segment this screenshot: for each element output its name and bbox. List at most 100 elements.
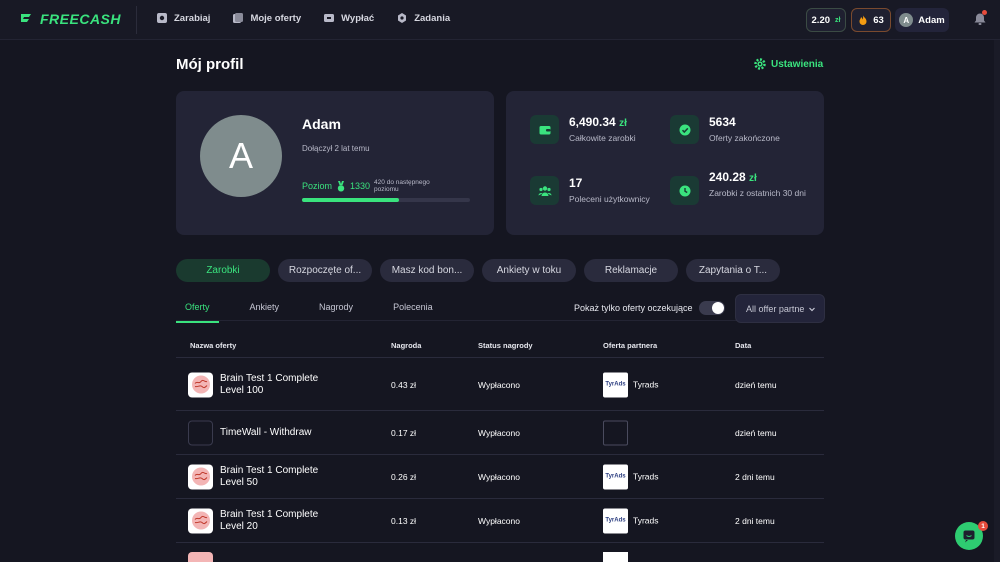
- pending-filter-label: Pokaż tylko oferty oczekujące: [574, 303, 693, 313]
- header-offer-name: Nazwa oferty: [190, 341, 237, 350]
- clock-icon: [679, 185, 690, 196]
- nav-withdraw[interactable]: Wypłać: [323, 12, 374, 24]
- freecash-logo-icon: [21, 14, 31, 22]
- stat-value: 6,490.34: [569, 115, 616, 129]
- wallet-icon: [539, 125, 550, 134]
- stat-value: 17: [569, 176, 583, 190]
- nav-tasks[interactable]: Zadania: [396, 12, 450, 24]
- freecash-logo[interactable]: FREECASH: [18, 11, 121, 27]
- date: 2 dni temu: [735, 515, 775, 526]
- level-progress-bar: [302, 198, 470, 202]
- stat-currency: zł: [619, 118, 627, 129]
- tyrads-logo: TyrAds: [603, 464, 628, 489]
- stat-value: 240.28: [709, 170, 746, 184]
- offer-name: Brain Test 1 Complete Level 20: [220, 508, 319, 532]
- stat-wallet-icon-box: [530, 115, 559, 144]
- tab-earnings[interactable]: Zarobki: [176, 259, 270, 282]
- table-row[interactable]: Brain Test 1 Complete Level 20 0.13 zł W…: [176, 499, 824, 543]
- nav-earn-label: Zarabiaj: [174, 12, 211, 24]
- tab-voucher-code[interactable]: Masz kod bon...: [380, 259, 474, 282]
- nav-my-offers[interactable]: Moje oferty: [232, 12, 301, 24]
- offer-partner: [603, 420, 628, 445]
- partner-name: Tyrads: [633, 471, 659, 482]
- tyrads-logo: TyrAds: [603, 372, 628, 397]
- streak-value: 63: [873, 14, 884, 26]
- offer-name: TimeWall - Withdraw: [220, 426, 312, 438]
- subtabs-divider: [176, 320, 824, 321]
- subtab-surveys[interactable]: Ankiety: [241, 296, 289, 323]
- balance-pill[interactable]: 2.20 zł: [806, 8, 846, 32]
- stat-label: Oferty zakończone: [709, 133, 780, 143]
- gear-icon: [754, 58, 766, 70]
- stat-last-30-days: 240.28 zł Zarobki z ostatnich 30 dni: [670, 170, 810, 205]
- page-title: Mój profil: [176, 56, 244, 73]
- offer-partner: TyrAds Tyrads: [603, 508, 659, 533]
- notification-dot: [982, 10, 987, 15]
- stat-clock-icon-box: [670, 176, 699, 205]
- level-progress-fill: [302, 198, 400, 202]
- settings-button[interactable]: Ustawienia: [754, 58, 823, 70]
- nav-earn[interactable]: Zarabiaj: [156, 12, 210, 24]
- header-reward: Nagroda: [391, 341, 422, 350]
- level-label: Poziom: [302, 181, 333, 192]
- stat-label: Całkowite zarobki: [569, 133, 636, 143]
- tab-complaints[interactable]: Reklamacje: [584, 259, 678, 282]
- nav-withdraw-label: Wypłać: [341, 12, 375, 24]
- balance-currency: zł: [835, 16, 841, 24]
- profile-tabs: Zarobki Rozpoczęte of... Masz kod bon...…: [176, 259, 780, 282]
- top-navbar: FREECASH Zarabiaj Moje oferty Wypłać Zad…: [0, 0, 1000, 40]
- reward: 0.43 zł: [391, 379, 417, 390]
- offer-partner: TyrAds Tyrads: [603, 372, 659, 397]
- table-row[interactable]: Brain Test 1 Complete Level 100 0.43 zł …: [176, 359, 824, 411]
- earnings-subtabs: Oferty Ankiety Nagrody Polecenia: [176, 296, 464, 323]
- reward-status: Wypłacono: [478, 379, 520, 390]
- timewall-icon: [188, 420, 213, 445]
- tab-inquiries[interactable]: Zapytania o T...: [686, 259, 780, 282]
- settings-label: Ustawienia: [771, 58, 824, 70]
- table-row[interactable]: Brain Test 1 Complete Level 50 0.26 zł W…: [176, 455, 824, 499]
- streak-pill[interactable]: 63: [851, 8, 891, 32]
- stat-label: Poleceni użytkownicy: [569, 194, 650, 204]
- stat-currency: zł: [749, 173, 757, 184]
- brain-test-icon: [188, 508, 213, 533]
- level-row: Poziom 1330 420 do następnego poziomu: [302, 179, 454, 194]
- header-date: Data: [735, 341, 752, 350]
- tab-started-offers[interactable]: Rozpoczęte of...: [278, 259, 372, 282]
- avatar: A: [899, 13, 914, 27]
- subtab-referrals[interactable]: Polecenia: [384, 296, 442, 323]
- partner-logo-placeholder: [603, 420, 628, 445]
- scrollbar[interactable]: [994, 40, 1000, 562]
- table-row[interactable]: TimeWall - Withdraw 0.17 zł Wypłacono dz…: [176, 411, 824, 455]
- brain-test-icon: [188, 372, 213, 397]
- wallet-icon: [324, 14, 335, 22]
- date: dzień temu: [735, 427, 777, 438]
- check-badge-icon: [679, 124, 690, 135]
- partner-select[interactable]: All offer partne: [735, 294, 825, 323]
- user-menu[interactable]: A Adam: [895, 8, 949, 32]
- stat-label: Zarobki z ostatnich 30 dni: [709, 188, 806, 198]
- stat-total-earnings: 6,490.34 zł Całkowite zarobki: [530, 115, 636, 145]
- users-icon: [538, 185, 551, 196]
- header-status: Status nagrody: [478, 341, 533, 350]
- stat-referred-users: 17 Poleceni użytkownicy: [530, 176, 650, 206]
- partner-name: Tyrads: [633, 379, 659, 390]
- subtab-offers[interactable]: Oferty: [176, 296, 219, 323]
- table-row-partial: [176, 549, 824, 562]
- earn-icon: [157, 13, 167, 23]
- offers-icon: [233, 13, 244, 23]
- level-value: 1330: [350, 181, 371, 192]
- partner-logo-placeholder: [603, 552, 628, 562]
- balance-value: 2.20: [811, 14, 831, 26]
- brain-test-icon: [188, 464, 213, 489]
- offer-name: Brain Test 1 Complete Level 100: [220, 372, 319, 396]
- partner-name: Tyrads: [633, 515, 659, 526]
- tab-surveys-in-progress[interactable]: Ankiety w toku: [482, 259, 576, 282]
- date: 2 dni temu: [735, 471, 775, 482]
- nav-tasks-label: Zadania: [414, 12, 451, 24]
- user-name: Adam: [918, 14, 945, 26]
- reward: 0.26 zł: [391, 471, 417, 482]
- pending-toggle[interactable]: [698, 301, 725, 315]
- nav-my-offers-label: Moje oferty: [250, 12, 302, 24]
- tasks-icon: [398, 13, 407, 23]
- subtab-rewards[interactable]: Nagrody: [310, 296, 362, 323]
